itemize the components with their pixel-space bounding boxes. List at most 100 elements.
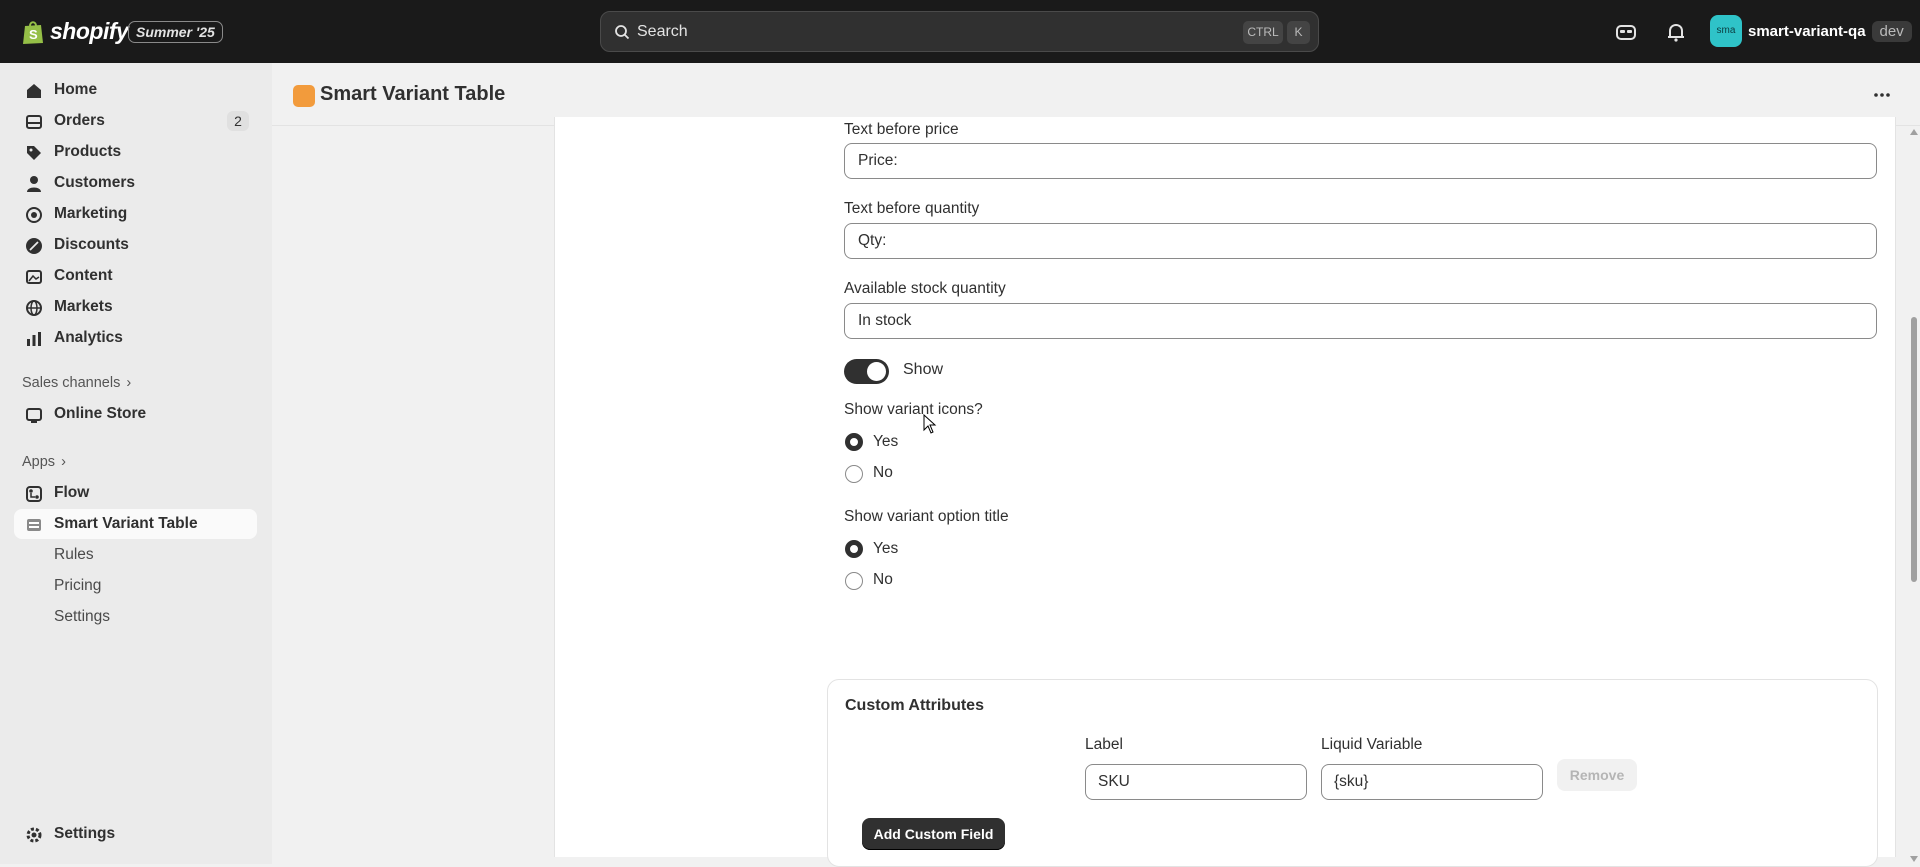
target-icon bbox=[26, 207, 42, 223]
nav-item-markets[interactable]: Markets bbox=[14, 292, 257, 322]
bell-icon[interactable] bbox=[1664, 20, 1688, 44]
page-scrollbar[interactable] bbox=[1909, 127, 1920, 864]
remove-attribute-button[interactable]: Remove bbox=[1557, 759, 1637, 791]
nav-item-analytics[interactable]: Analytics bbox=[14, 323, 257, 353]
nav-label: Analytics bbox=[54, 329, 123, 346]
show-toggle[interactable] bbox=[844, 359, 889, 384]
shortcut-k-key: K bbox=[1287, 21, 1310, 44]
store-avatar: sma bbox=[1710, 15, 1742, 47]
toggle-knob bbox=[867, 362, 886, 381]
store-menu[interactable]: sma smart-variant-qa dev bbox=[1710, 15, 1912, 47]
text-before-price-label: Text before price bbox=[844, 121, 959, 138]
edition-badge[interactable]: Summer '25 bbox=[128, 21, 223, 43]
mouse-cursor-icon bbox=[923, 414, 937, 434]
text-before-price-input[interactable]: Price: bbox=[844, 143, 1877, 179]
nav-item-products[interactable]: Products bbox=[14, 137, 257, 167]
nav-label: Marketing bbox=[54, 205, 128, 222]
nav-label: Online Store bbox=[54, 405, 147, 422]
custom-attributes-title: Custom Attributes bbox=[845, 697, 984, 714]
home-icon bbox=[27, 84, 41, 98]
text-before-quantity-input[interactable]: Qty: bbox=[844, 223, 1877, 259]
chevron-right-icon: › bbox=[126, 375, 132, 391]
store-name: smart-variant-qa bbox=[1748, 22, 1866, 40]
nav-item-online-store[interactable]: Online Store bbox=[14, 399, 257, 429]
nav-label: Rules bbox=[54, 546, 94, 563]
nav-label: Settings bbox=[54, 608, 111, 625]
attribute-label-input[interactable]: SKU bbox=[1085, 764, 1307, 800]
nav-item-discounts[interactable]: Discounts bbox=[14, 230, 257, 260]
scroll-down-arrow-icon[interactable] bbox=[1910, 856, 1918, 862]
dev-badge: dev bbox=[1871, 20, 1912, 42]
nav-label: Home bbox=[54, 81, 98, 98]
attribute-liquid-input[interactable]: {sku} bbox=[1321, 764, 1543, 800]
person-icon bbox=[27, 176, 41, 192]
shopify-bag-icon: S bbox=[23, 20, 43, 44]
nav-label: Orders bbox=[54, 112, 105, 129]
variant-icons-label: Show variant icons? bbox=[844, 401, 983, 418]
variant-icons-yes-radio[interactable] bbox=[845, 433, 863, 451]
nav-item-home[interactable]: Home bbox=[14, 75, 257, 105]
discount-icon bbox=[26, 238, 42, 254]
text-before-quantity-label: Text before quantity bbox=[844, 200, 980, 217]
page-title: Smart Variant Table bbox=[320, 83, 506, 105]
nav-label: Markets bbox=[54, 298, 113, 315]
scroll-thumb[interactable] bbox=[1911, 317, 1917, 582]
shortcut-ctrl-key: CTRL bbox=[1243, 21, 1283, 44]
top-bar: S shopify Summer '25 Search CTRL K sma s… bbox=[0, 0, 1920, 63]
main-area: Smart Variant Table Text before price Pr… bbox=[272, 63, 1920, 867]
nav-label: Content bbox=[54, 267, 113, 284]
more-actions-icon[interactable] bbox=[1872, 85, 1892, 105]
app-table-icon bbox=[27, 519, 41, 531]
gear-icon bbox=[26, 827, 42, 843]
liquid-variable-column-header: Liquid Variable bbox=[1321, 736, 1423, 753]
nav-item-smart-variant-table[interactable]: Smart Variant Table bbox=[14, 509, 257, 539]
nav-item-customers[interactable]: Customers bbox=[14, 168, 257, 198]
stock-quantity-label: Available stock quantity bbox=[844, 280, 1006, 297]
nav-item-rules[interactable]: Rules bbox=[14, 540, 257, 570]
search-bar[interactable]: Search CTRL K bbox=[600, 11, 1319, 52]
chevron-right-icon: › bbox=[61, 454, 66, 470]
label-column-header: Label bbox=[1085, 736, 1123, 753]
variant-icons-no-radio[interactable] bbox=[845, 465, 863, 483]
option-title-no-label: No bbox=[873, 571, 893, 588]
nav-label: Flow bbox=[54, 484, 90, 501]
flow-icon bbox=[26, 486, 42, 502]
custom-attributes-card: Custom Attributes Label Liquid Variable … bbox=[827, 679, 1878, 867]
orders-count-badge: 2 bbox=[227, 111, 249, 131]
app-content: Text before price Price: Text before qua… bbox=[272, 117, 1920, 867]
tag-icon bbox=[27, 146, 41, 160]
nav-item-pricing[interactable]: Pricing bbox=[14, 571, 257, 601]
nav-item-flow[interactable]: Flow bbox=[14, 478, 257, 508]
brand-name: shopify bbox=[50, 18, 129, 44]
option-title-no-radio[interactable] bbox=[845, 572, 863, 590]
option-title-yes-label: Yes bbox=[873, 540, 899, 557]
nav-label: Smart Variant Table bbox=[54, 515, 198, 532]
variant-icons-yes-label: Yes bbox=[873, 433, 899, 450]
add-custom-field-button[interactable]: Add Custom Field bbox=[862, 818, 1005, 850]
chart-icon bbox=[27, 332, 41, 346]
option-title-label: Show variant option title bbox=[844, 508, 1009, 525]
nav-item-app-settings[interactable]: Settings bbox=[14, 602, 257, 632]
nav-item-content[interactable]: Content bbox=[14, 261, 257, 291]
stock-quantity-input[interactable]: In stock bbox=[844, 303, 1877, 339]
search-icon bbox=[615, 25, 630, 40]
image-icon bbox=[26, 270, 42, 284]
scroll-up-arrow-icon[interactable] bbox=[1910, 129, 1918, 135]
nav-item-settings[interactable]: Settings bbox=[14, 819, 257, 849]
shopify-logo[interactable]: S shopify bbox=[22, 18, 129, 45]
show-toggle-label: Show bbox=[903, 361, 944, 378]
apps-heading[interactable]: Apps › bbox=[22, 454, 66, 470]
nav-item-orders[interactable]: Orders 2 bbox=[14, 106, 257, 136]
sidekick-icon[interactable] bbox=[1614, 20, 1638, 44]
variant-icons-no-label: No bbox=[873, 464, 893, 481]
nav-label: Discounts bbox=[54, 236, 129, 253]
nav-item-marketing[interactable]: Marketing bbox=[14, 199, 257, 229]
store-icon bbox=[26, 408, 42, 423]
app-logo-icon bbox=[293, 85, 315, 107]
sales-channels-heading[interactable]: Sales channels › bbox=[22, 375, 131, 391]
sidebar: Home Orders 2 Products Customers Marketi… bbox=[0, 63, 272, 864]
nav-label: Pricing bbox=[54, 577, 102, 594]
sales-channels-label: Sales channels bbox=[22, 375, 121, 391]
option-title-yes-radio[interactable] bbox=[845, 540, 863, 558]
svg-text:S: S bbox=[29, 27, 38, 42]
